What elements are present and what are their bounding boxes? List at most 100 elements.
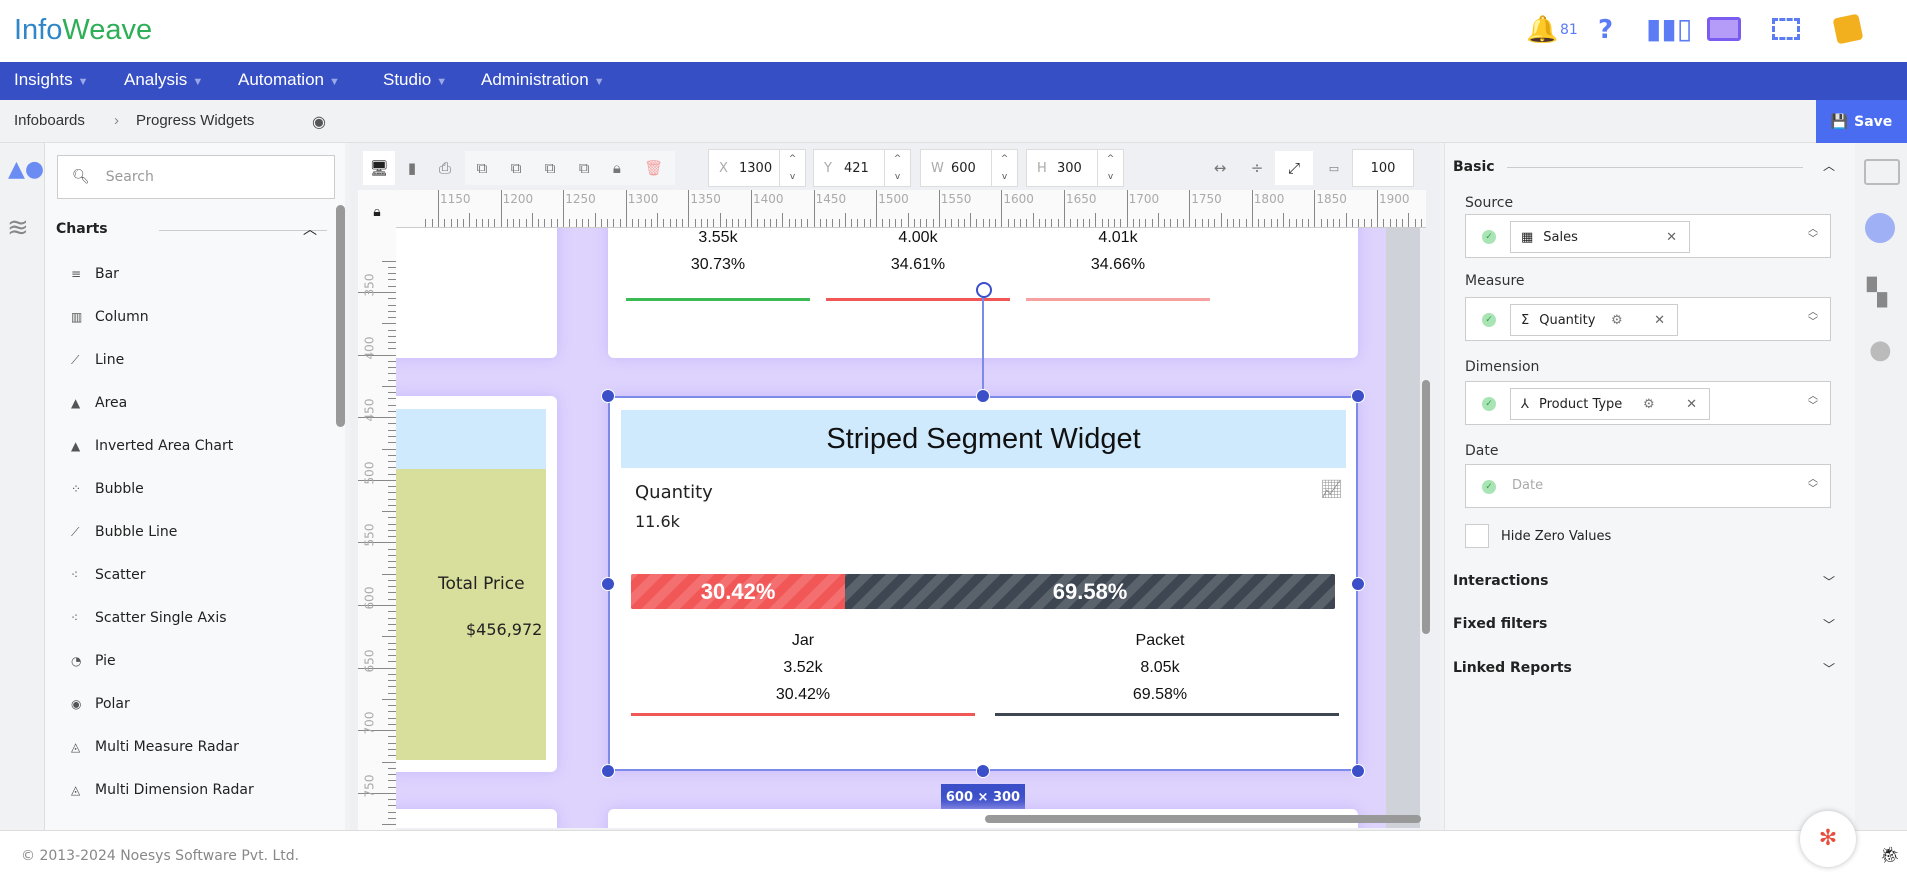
close-icon[interactable]: ✕ (1686, 397, 1697, 412)
y-stepper[interactable]: ^ v (884, 150, 910, 186)
ruler-lock-icon[interactable]: 🔒︎ (358, 190, 396, 228)
breadcrumb-infoboards[interactable]: Infoboards (14, 112, 85, 129)
bug-report-icon[interactable]: 🐞︎ (1880, 845, 1900, 864)
actual-size-icon[interactable]: ▭ (1322, 151, 1346, 185)
library-icon[interactable]: ▮▮▯ (1646, 12, 1692, 45)
chart-item-line[interactable]: ⟋ Line (71, 352, 124, 368)
expand-icon[interactable]: ⤢ (1275, 151, 1313, 185)
date-select[interactable]: ✓ Date ︿ ﹀ (1465, 464, 1831, 508)
nav-insights[interactable]: Insights ▼ (14, 70, 88, 90)
chart-item-multi-measure-radar[interactable]: ◬ Multi Measure Radar (71, 739, 239, 755)
eye-icon[interactable]: ◉ (312, 112, 326, 132)
bring-front-icon[interactable]: ⧉ (545, 159, 556, 177)
user-avatar[interactable] (1832, 13, 1864, 45)
print-icon[interactable]: ⎙ (433, 151, 457, 185)
x-stepper[interactable]: ^ v (779, 150, 805, 186)
interactions-section[interactable]: Interactions (1453, 573, 1548, 589)
chevron-up-icon[interactable]: ︿ (303, 219, 317, 239)
help-icon[interactable]: ? (1598, 15, 1613, 45)
ruler-tick (382, 323, 396, 325)
fixed-filters-section[interactable]: Fixed filters (1453, 616, 1547, 632)
w-input[interactable]: W 600 ^ v (920, 149, 1018, 187)
source-select[interactable]: ✓ ▦ Sales ✕ ︿ ﹀ (1465, 214, 1831, 258)
resize-handle-s[interactable] (976, 764, 990, 778)
nav-studio[interactable]: Studio ▼ (383, 70, 447, 90)
gear-icon[interactable]: ⚙ (1643, 397, 1655, 412)
chevron-down-icon[interactable]: ﹀ (1823, 660, 1835, 677)
chat-assistant-button[interactable]: ✻ (1800, 811, 1856, 867)
zoom-input[interactable]: 100 (1352, 149, 1414, 187)
rotate-handle[interactable] (976, 282, 992, 298)
chart-item-area[interactable]: ▲ Area (71, 395, 127, 411)
lightbulb-icon[interactable]: ● (1869, 335, 1892, 365)
ruler-label: 650 (362, 649, 377, 673)
ruler-tick (388, 554, 396, 556)
ruler-tick (388, 686, 396, 688)
send-back-icon[interactable]: ⧉ (579, 159, 590, 177)
widget-bottom-left[interactable] (396, 809, 557, 828)
dashboard-actions-icon[interactable] (1865, 213, 1895, 243)
widget-settings-icon[interactable] (1864, 159, 1900, 185)
fit-width-icon[interactable]: ↔ (1208, 151, 1232, 185)
canvas-horizontal-scrollbar[interactable] (985, 815, 1421, 823)
layers-icon[interactable]: ≋ (7, 213, 29, 243)
nav-administration[interactable]: Administration ▼ (481, 70, 605, 90)
hide-zero-checkbox[interactable] (1465, 524, 1489, 548)
resize-handle-se[interactable] (1351, 764, 1365, 778)
chevron-down-icon[interactable]: ﹀ (1823, 573, 1835, 590)
save-button[interactable]: 💾 Save (1816, 100, 1907, 143)
lock-icon[interactable]: 🔒︎ (613, 159, 621, 177)
x-input[interactable]: X 1300 ^ v (708, 149, 806, 187)
linked-reports-section[interactable]: Linked Reports (1453, 660, 1572, 676)
basic-section-title[interactable]: Basic (1453, 159, 1495, 175)
close-icon[interactable]: ✕ (1666, 230, 1677, 245)
nav-analysis[interactable]: Analysis ▼ (124, 70, 203, 90)
infoweave-logo[interactable]: InfoWeave (14, 14, 152, 47)
h-input[interactable]: H 300 ^ v (1026, 149, 1124, 187)
theme-palette-icon[interactable]: ▚ (1867, 278, 1887, 308)
resize-handle-nw[interactable] (601, 389, 615, 403)
h-stepper[interactable]: ^ v (1097, 150, 1123, 186)
resize-handle-sw[interactable] (601, 764, 615, 778)
chart-item-scatter-single-axis[interactable]: ⁖ Scatter Single Axis (71, 610, 227, 626)
dimension-select[interactable]: ✓ ⅄ Product Type ⚙ ✕ ︿ ﹀ (1465, 381, 1831, 425)
chevron-down-icon[interactable]: ﹀ (1823, 616, 1835, 633)
search-input[interactable]: 🔍︎ Search (57, 155, 335, 199)
fullscreen-icon[interactable] (1772, 18, 1800, 40)
monitor-icon[interactable] (1707, 17, 1741, 41)
close-icon[interactable]: ✕ (1654, 313, 1665, 328)
send-backward-icon[interactable]: ⧉ (511, 159, 522, 177)
ruler-label: 350 (362, 273, 377, 297)
mobile-view-icon[interactable]: ▮ (400, 151, 424, 185)
canvas-vertical-scrollbar[interactable] (1422, 380, 1430, 634)
measure-select[interactable]: ✓ Σ Quantity ⚙ ✕ ︿ ﹀ (1465, 297, 1831, 341)
widget-total-price[interactable]: Total Price $456,972 (396, 396, 557, 772)
chart-item-column[interactable]: ▥ Column (71, 309, 149, 325)
ruler-tick (638, 219, 640, 227)
sidebar-scrollbar[interactable] (336, 205, 345, 427)
resize-handle-w[interactable] (601, 577, 615, 591)
fit-height-icon[interactable]: ÷ (1245, 151, 1269, 185)
chart-item-bubble[interactable]: ⁘ Bubble (71, 481, 144, 497)
chart-item-bubble-line[interactable]: ⟋ Bubble Line (71, 524, 177, 540)
chart-item-pie[interactable]: ◔ Pie (71, 653, 116, 669)
nav-automation[interactable]: Automation ▼ (238, 70, 340, 90)
resize-handle-ne[interactable] (1351, 389, 1365, 403)
y-input[interactable]: Y 421 ^ v (813, 149, 911, 187)
desktop-view-icon[interactable]: 🖥︎ (363, 151, 395, 185)
bring-forward-icon[interactable]: ⧉ (477, 159, 488, 177)
chart-item-inverted-area-chart[interactable]: ▲ Inverted Area Chart (71, 438, 233, 454)
chart-item-bar[interactable]: ≡ Bar (71, 266, 119, 282)
chart-item-scatter[interactable]: ⁖ Scatter (71, 567, 146, 583)
w-stepper[interactable]: ^ v (991, 150, 1017, 186)
bell-icon[interactable]: 🔔 (1526, 15, 1558, 45)
chevron-up-icon[interactable]: ︿ (1823, 157, 1835, 174)
widget-top-left[interactable] (396, 228, 557, 358)
resize-handle-e[interactable] (1351, 577, 1365, 591)
widgets-icon[interactable]: ▲● (8, 157, 44, 182)
gear-icon[interactable]: ⚙ (1611, 313, 1623, 328)
chart-item-multi-dimension-radar[interactable]: ◬ Multi Dimension Radar (71, 782, 254, 798)
resize-handle-n[interactable] (976, 389, 990, 403)
chart-item-polar[interactable]: ◉ Polar (71, 696, 130, 712)
delete-icon[interactable]: 🗑︎ (644, 159, 663, 177)
